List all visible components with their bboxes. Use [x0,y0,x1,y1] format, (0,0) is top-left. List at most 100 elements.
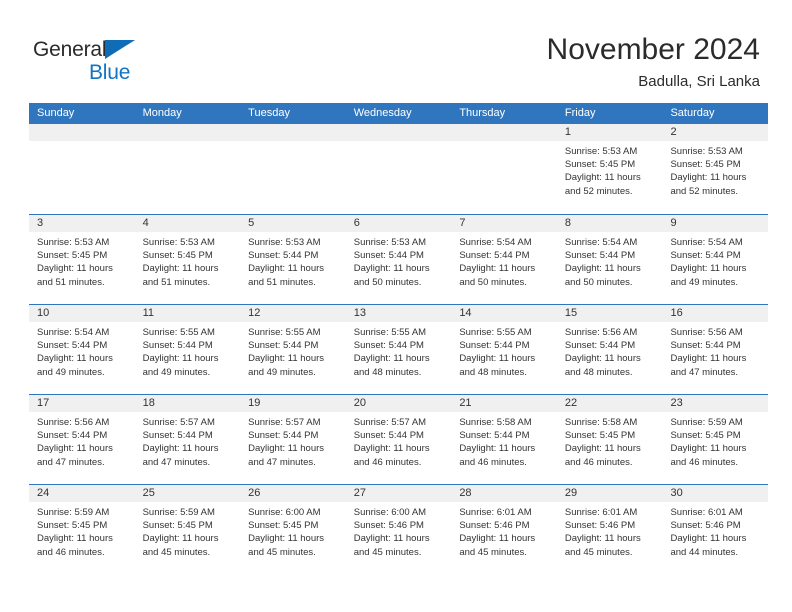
calendar-day-cell[interactable]: 28 Sunrise: 6:01 AM Sunset: 5:46 PM Dayligh… [451,485,557,574]
daylight-text: Daylight: 11 hours and 48 minutes. [459,353,536,378]
daylight-text: Daylight: 11 hours and 46 minutes. [564,443,641,468]
daylight-text: Daylight: 11 hours and 50 minutes. [564,263,641,288]
weekday-header-sunday: Sunday [37,107,75,119]
calendar-day-cell[interactable]: 5 Sunrise: 5:53 AM Sunset: 5:44 PM Daylight… [240,215,346,304]
calendar-day-number: 29 [556,485,663,502]
sunset-text: Sunset: 5:46 PM [353,520,424,532]
calendar-day-sun-info: Sunrise: 5:59 AM Sunset: 5:45 PM Daylight:… [662,412,768,469]
sunset-text: Sunset: 5:45 PM [670,159,741,171]
daylight-text: Daylight: 11 hours and 45 minutes. [564,533,641,558]
sunrise-text: Sunrise: 5:53 AM [564,146,638,157]
sunrise-text: Sunrise: 5:56 AM [564,327,638,338]
sunset-text: Sunset: 5:44 PM [142,430,213,442]
daylight-text: Daylight: 11 hours and 45 minutes. [459,533,536,558]
calendar-day-number: 9 [662,215,769,232]
sunset-text: Sunset: 5:44 PM [564,340,636,352]
calendar-day-cell[interactable]: 12 Sunrise: 5:55 AM Sunset: 5:44 PM Dayligh… [240,305,346,394]
calendar-day-cell[interactable]: 19 Sunrise: 5:57 AM Sunset: 5:44 PM Dayligh… [240,395,346,484]
calendar-day-cell[interactable]: 2 Sunrise: 5:53 AM Sunset: 5:45 PM Daylight… [662,124,769,214]
calendar-week-row: 1 Sunrise: 5:53 AM Sunset: 5:45 PM Daylight… [29,124,769,214]
calendar-day-number: 15 [556,305,663,322]
calendar-day-cell[interactable]: 1 Sunrise: 5:53 AM Sunset: 5:45 PM Daylight… [556,124,663,214]
calendar-day-sun-info: Sunrise: 5:58 AM Sunset: 5:44 PM Daylight:… [451,412,557,469]
calendar-day-sun-info: Sunrise: 6:01 AM Sunset: 5:46 PM Daylight:… [662,502,768,559]
weekday-header-row: Sunday Monday Tuesday Wednesday Thursday… [29,103,768,124]
sunrise-text: Sunrise: 5:53 AM [248,237,321,248]
calendar-day-cell[interactable]: 8 Sunrise: 5:54 AM Sunset: 5:44 PM Daylight… [556,215,663,304]
sunset-text: Sunset: 5:45 PM [564,430,636,442]
sunset-text: Sunset: 5:44 PM [353,250,424,262]
sunset-text: Sunset: 5:46 PM [564,520,636,532]
calendar-day-cell-empty [134,124,241,214]
sunrise-text: Sunrise: 5:59 AM [670,417,743,428]
daylight-text: Daylight: 11 hours and 52 minutes. [670,172,747,197]
calendar-day-cell[interactable]: 14 Sunrise: 5:55 AM Sunset: 5:44 PM Dayligh… [451,305,557,394]
calendar-day-sun-info: Sunrise: 5:56 AM Sunset: 5:44 PM Daylight:… [557,322,663,379]
calendar-day-number: 10 [29,305,135,322]
calendar-day-cell[interactable]: 23 Sunrise: 5:59 AM Sunset: 5:45 PM Dayligh… [662,395,769,484]
sunrise-text: Sunrise: 5:57 AM [142,417,215,428]
calendar-day-sun-info: Sunrise: 5:53 AM Sunset: 5:45 PM Daylight:… [29,232,135,289]
calendar-day-cell[interactable]: 11 Sunrise: 5:55 AM Sunset: 5:44 PM Dayligh… [134,305,241,394]
calendar-day-cell[interactable]: 9 Sunrise: 5:54 AM Sunset: 5:44 PM Daylight… [662,215,769,304]
calendar-day-cell[interactable]: 22 Sunrise: 5:58 AM Sunset: 5:45 PM Dayligh… [556,395,663,484]
calendar-day-number: 17 [29,395,135,412]
general-blue-logo[interactable]: General Blue [33,39,233,87]
calendar-day-number: 6 [345,215,452,232]
sunset-text: Sunset: 5:44 PM [459,430,530,442]
calendar-day-sun-info: Sunrise: 5:54 AM Sunset: 5:44 PM Daylight:… [662,232,768,289]
calendar-day-cell[interactable]: 29 Sunrise: 6:01 AM Sunset: 5:46 PM Dayligh… [556,485,663,574]
calendar-day-sun-info: Sunrise: 5:53 AM Sunset: 5:45 PM Daylight:… [557,141,663,198]
calendar-day-cell[interactable]: 27 Sunrise: 6:00 AM Sunset: 5:46 PM Dayligh… [345,485,452,574]
calendar-day-number: 18 [134,395,241,412]
daylight-text: Daylight: 11 hours and 46 minutes. [670,443,747,468]
calendar-day-sun-info: Sunrise: 5:54 AM Sunset: 5:44 PM Daylight:… [451,232,557,289]
calendar-day-cell-empty [451,124,557,214]
calendar-day-sun-info: Sunrise: 5:53 AM Sunset: 5:45 PM Daylight:… [662,141,768,198]
calendar-day-cell[interactable]: 10 Sunrise: 5:54 AM Sunset: 5:44 PM Dayligh… [29,305,135,394]
sunrise-text: Sunrise: 5:54 AM [459,237,532,248]
calendar-day-cell[interactable]: 15 Sunrise: 5:56 AM Sunset: 5:44 PM Dayligh… [556,305,663,394]
sunrise-text: Sunrise: 5:58 AM [564,417,638,428]
calendar-day-sun-info: Sunrise: 5:54 AM Sunset: 5:44 PM Daylight:… [557,232,663,289]
daylight-text: Daylight: 11 hours and 48 minutes. [564,353,641,378]
calendar-day-cell-empty [345,124,452,214]
calendar-day-cell[interactable]: 24 Sunrise: 5:59 AM Sunset: 5:45 PM Dayligh… [29,485,135,574]
calendar-week-row: 10 Sunrise: 5:54 AM Sunset: 5:44 PM Dayligh… [29,304,769,394]
sunset-text: Sunset: 5:45 PM [670,430,741,442]
sunrise-text: Sunrise: 5:55 AM [459,327,532,338]
calendar-day-number [345,124,452,141]
calendar-day-sun-info: Sunrise: 6:01 AM Sunset: 5:46 PM Daylight:… [451,502,557,559]
calendar-day-cell[interactable]: 30 Sunrise: 6:01 AM Sunset: 5:46 PM Dayligh… [662,485,769,574]
sunrise-text: Sunrise: 5:55 AM [248,327,321,338]
page-title: November 2024 [546,33,760,66]
sunrise-text: Sunrise: 5:59 AM [142,507,215,518]
calendar-day-number [29,124,135,141]
sunrise-text: Sunrise: 5:54 AM [37,327,110,338]
daylight-text: Daylight: 11 hours and 45 minutes. [248,533,325,558]
daylight-text: Daylight: 11 hours and 49 minutes. [142,353,219,378]
daylight-text: Daylight: 11 hours and 45 minutes. [353,533,430,558]
calendar-week-row: 17 Sunrise: 5:56 AM Sunset: 5:44 PM Dayligh… [29,394,769,484]
sunset-text: Sunset: 5:44 PM [459,250,530,262]
sunrise-text: Sunrise: 5:53 AM [670,146,743,157]
calendar-day-number: 23 [662,395,769,412]
calendar-day-cell[interactable]: 6 Sunrise: 5:53 AM Sunset: 5:44 PM Daylight… [345,215,452,304]
calendar-day-cell[interactable]: 7 Sunrise: 5:54 AM Sunset: 5:44 PM Daylight… [451,215,557,304]
weekday-header-thursday: Thursday [459,107,506,119]
calendar-day-number: 16 [662,305,769,322]
calendar-day-cell[interactable]: 20 Sunrise: 5:57 AM Sunset: 5:44 PM Dayligh… [345,395,452,484]
calendar-day-sun-info: Sunrise: 5:57 AM Sunset: 5:44 PM Daylight:… [135,412,241,469]
calendar-day-cell[interactable]: 26 Sunrise: 6:00 AM Sunset: 5:45 PM Dayligh… [240,485,346,574]
calendar-day-sun-info: Sunrise: 5:59 AM Sunset: 5:45 PM Daylight:… [135,502,241,559]
calendar-day-cell[interactable]: 17 Sunrise: 5:56 AM Sunset: 5:44 PM Dayligh… [29,395,135,484]
calendar-day-cell[interactable]: 21 Sunrise: 5:58 AM Sunset: 5:44 PM Dayligh… [451,395,557,484]
calendar-day-cell[interactable]: 3 Sunrise: 5:53 AM Sunset: 5:45 PM Daylight… [29,215,135,304]
calendar-day-cell[interactable]: 16 Sunrise: 5:56 AM Sunset: 5:44 PM Dayligh… [662,305,769,394]
calendar-day-cell[interactable]: 25 Sunrise: 5:59 AM Sunset: 5:45 PM Dayligh… [134,485,241,574]
calendar-day-number: 30 [662,485,769,502]
title-block: November 2024 Badulla, Sri Lanka [547,32,760,92]
calendar-day-cell[interactable]: 13 Sunrise: 5:55 AM Sunset: 5:44 PM Dayligh… [345,305,452,394]
calendar-day-cell[interactable]: 18 Sunrise: 5:57 AM Sunset: 5:44 PM Dayligh… [134,395,241,484]
calendar-day-cell[interactable]: 4 Sunrise: 5:53 AM Sunset: 5:45 PM Daylight… [134,215,241,304]
